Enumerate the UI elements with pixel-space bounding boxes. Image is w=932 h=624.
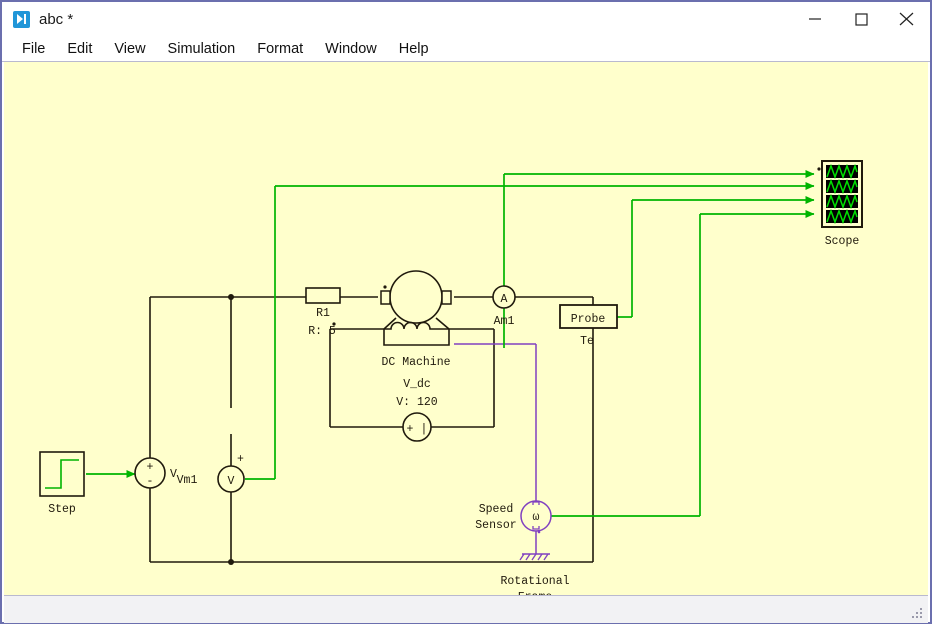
menu-item-edit[interactable]: Edit [56, 39, 103, 59]
vdc-minus-sign: | [421, 423, 428, 436]
block-r1-resistor[interactable]: R1 R: 5 [305, 287, 341, 338]
r1-body [305, 287, 341, 304]
block-step[interactable]: Step [39, 451, 85, 516]
title-bar: abc * [2, 2, 930, 36]
window-title: abc * [39, 10, 74, 28]
close-icon [899, 12, 914, 26]
block-scope[interactable]: Scope [817, 160, 863, 248]
window-controls [792, 2, 930, 36]
vdc-parameter: V: 120 [396, 396, 438, 409]
block-controlled-voltage-source[interactable]: + - V [134, 457, 177, 489]
dc-machine-field-box [383, 329, 450, 346]
am1-label: Am1 [494, 315, 515, 328]
close-button[interactable] [884, 2, 930, 36]
block-rotational-frame[interactable]: Rotational Frame [500, 553, 570, 595]
block-am1-current-sensor[interactable]: A Am1 [492, 285, 516, 328]
probe-label: Probe [571, 313, 606, 326]
minimize-icon [809, 18, 821, 20]
maximize-button[interactable] [838, 2, 884, 36]
am1-symbol: A [501, 293, 508, 306]
rotational-frame-label-line1: Rotational [500, 575, 569, 588]
app-icon [13, 10, 30, 28]
scope-terminal-dot [817, 167, 821, 171]
vdc-label: V_dc [403, 378, 431, 391]
menu-item-simulation[interactable]: Simulation [157, 39, 247, 59]
dc-machine-brush-left [380, 290, 391, 305]
probe-sublabel: Te [580, 335, 594, 348]
application-window: abc * File Edit View Simulation Format W… [0, 0, 932, 624]
ground-hatch-icon [519, 553, 549, 561]
vm1-symbol: V [228, 475, 235, 488]
dc-machine-label: DC Machine [381, 356, 450, 369]
signal-wires [86, 170, 815, 517]
menu-item-help[interactable]: Help [388, 39, 440, 59]
maximize-icon [855, 13, 868, 26]
menu-item-format[interactable]: Format [246, 39, 314, 59]
voltage-source-minus-sign: - [147, 475, 154, 488]
menu-bar: File Edit View Simulation Format Window … [2, 36, 930, 62]
block-vm1-voltage-sensor[interactable]: V + Vm1 [177, 453, 245, 493]
menu-item-view[interactable]: View [103, 39, 156, 59]
speed-sensor-label-line1: Speed [479, 503, 514, 516]
speed-sensor-symbol: ω [533, 511, 540, 524]
block-probe[interactable]: Probe Te [559, 304, 618, 348]
status-bar [4, 595, 928, 623]
speed-sensor-dot [537, 530, 541, 534]
dc-machine-brush-right [441, 290, 452, 305]
step-block-body [39, 451, 85, 497]
dc-machine-armature [389, 270, 443, 324]
resize-grip-icon[interactable] [911, 607, 924, 620]
model-canvas[interactable]: Step + - V V + Vm1 R1 R: 5 DC Machine + … [4, 62, 928, 595]
voltage-source-plus-sign: + [147, 461, 154, 474]
speed-sensor-label-line2: Sensor [475, 519, 516, 532]
vdc-plus-sign: + [407, 423, 414, 436]
menu-item-file[interactable]: File [11, 39, 56, 59]
vm1-label: Vm1 [177, 474, 198, 487]
dc-machine-terminal-dot [383, 285, 387, 289]
r1-label: R1 [316, 307, 330, 320]
menu-item-window[interactable]: Window [314, 39, 388, 59]
vm1-polarity: + [237, 453, 244, 466]
dc-machine-field-dot [332, 322, 336, 326]
dc-machine-link-right [435, 317, 450, 330]
block-dc-machine[interactable]: DC Machine [332, 270, 452, 369]
minimize-button[interactable] [792, 2, 838, 36]
r1-parameter: R: 5 [308, 325, 336, 338]
block-speed-sensor[interactable]: ω Speed Sensor [475, 500, 552, 534]
schematic: Step + - V V + Vm1 R1 R: 5 DC Machine + … [39, 160, 863, 595]
step-label: Step [48, 503, 76, 516]
scope-label: Scope [825, 235, 860, 248]
block-vdc-source[interactable]: + | V_dc V: 120 [396, 378, 438, 442]
